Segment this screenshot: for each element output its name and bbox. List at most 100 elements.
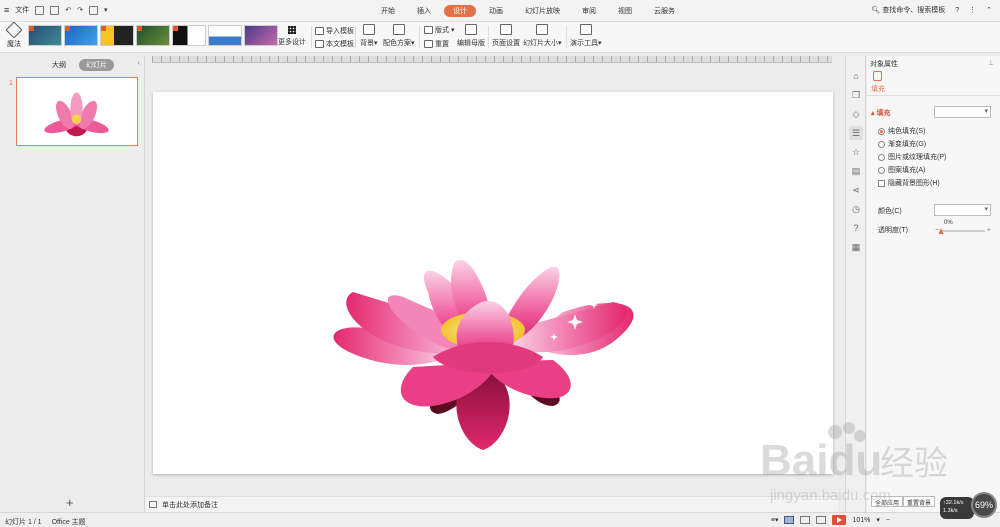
zoom-out-icon[interactable]: − [886, 517, 890, 524]
new-badge-icon [173, 26, 178, 31]
transparency-slider[interactable]: − + [935, 227, 991, 234]
slide-thumbnail[interactable] [16, 77, 138, 146]
tab-animation[interactable]: 动画 [480, 5, 512, 17]
search-box[interactable]: 🔍︎ 查找命令、搜索模板 [871, 5, 945, 15]
tab-cloud[interactable]: 云服务 [645, 5, 684, 17]
save-icon[interactable] [35, 5, 45, 15]
fill-section-header[interactable]: ▴ 填充 [871, 108, 890, 118]
divider [867, 95, 1000, 96]
minus-icon[interactable]: − [935, 227, 939, 234]
tab-outline[interactable]: 大纲 [45, 59, 73, 71]
page-setup-button[interactable]: 页面设置 [492, 24, 520, 48]
picture-fill-option[interactable]: 图片或纹理填充(P) [878, 152, 946, 162]
apps-icon[interactable]: ▦ [851, 242, 861, 252]
file-menu[interactable]: 文件 [15, 5, 29, 15]
hide-background-graphics-checkbox[interactable]: 隐藏背景图形(H) [878, 178, 940, 188]
format-painter-icon[interactable] [89, 5, 99, 15]
redo-icon[interactable]: ↷ [77, 6, 83, 14]
color-dropdown[interactable] [934, 204, 991, 216]
zoom-level[interactable]: 101% [852, 517, 870, 524]
normal-view-icon[interactable] [784, 516, 795, 524]
zoom-dropdown-icon[interactable]: ▾ [876, 516, 880, 524]
theme-thumbnail[interactable] [172, 25, 206, 46]
magic-label: 魔法 [7, 41, 21, 48]
fill-type-dropdown[interactable] [934, 106, 991, 118]
reset-background-button[interactable]: 重置背景 [903, 496, 936, 507]
option-label: 图案填充(A) [888, 167, 926, 174]
play-slideshow-icon[interactable] [832, 515, 847, 525]
theme-thumbnail[interactable] [136, 25, 170, 46]
help-circle-icon[interactable]: ? [851, 223, 861, 233]
theme-name[interactable]: Office 主题 [52, 517, 86, 527]
panel-title[interactable]: 对象属性 [870, 59, 898, 69]
theme-thumbnail[interactable] [208, 25, 242, 46]
master-icon [465, 24, 477, 35]
background-button[interactable]: 背景▾ [360, 24, 378, 48]
tab-slideshow[interactable]: 幻灯片放映 [516, 5, 569, 17]
design-ribbon: 魔法 更多设计 导入模板 本文模板 背景▾ 配色方案▾ 版式 ▾ 重置 编辑母版… [0, 21, 1000, 53]
pattern-fill-option[interactable]: 图案填充(A) [878, 165, 925, 175]
pin-icon[interactable]: ⊥ [988, 59, 994, 67]
undo-icon[interactable]: ↶ [65, 6, 71, 14]
theme-thumbnail[interactable] [64, 25, 98, 46]
notes-pane[interactable]: 单击此处添加备注 [146, 496, 838, 512]
collapse-ribbon-icon[interactable]: ⌃ [986, 6, 992, 14]
magic-button[interactable]: 魔法 [5, 21, 23, 49]
divider [566, 26, 567, 48]
tab-slides[interactable]: 幻灯片 [79, 59, 114, 71]
more-design-button[interactable]: 更多设计 [275, 25, 309, 47]
slide-canvas[interactable] [153, 92, 833, 474]
print-icon[interactable] [50, 5, 60, 15]
lotus-flower-image[interactable] [153, 92, 833, 474]
properties-icon[interactable]: ☰ [849, 126, 863, 140]
color-scheme-button[interactable]: 配色方案▾ [383, 24, 415, 48]
tab-home[interactable]: 开始 [372, 5, 404, 17]
layout-button[interactable]: 版式 ▾ [424, 25, 455, 35]
reset-button[interactable]: 重置 [424, 39, 449, 49]
layout-label: 版式 [435, 27, 449, 34]
edit-master-button[interactable]: 编辑母版 [457, 24, 485, 48]
page-setup-label: 页面设置 [492, 40, 520, 47]
reset-icon [424, 40, 433, 48]
shape-icon[interactable]: ◇ [851, 109, 861, 119]
share-icon[interactable]: ⋖ [851, 185, 861, 195]
import-template-button[interactable]: 导入模板 [315, 26, 354, 36]
slide-counter: 幻灯片 1 / 1 [5, 519, 42, 526]
presenter-tools-button[interactable]: 演示工具▾ [570, 24, 602, 48]
help-icon[interactable]: ? [955, 7, 959, 14]
solid-fill-option[interactable]: 纯色填充(S) [878, 126, 925, 136]
more-icon[interactable]: ⋮ [969, 6, 976, 14]
gradient-fill-option[interactable]: 渐变填充(G) [878, 139, 926, 149]
copy-icon[interactable]: ❐ [851, 90, 861, 100]
more-design-label: 更多设计 [278, 39, 306, 46]
page-setup-icon [500, 24, 512, 35]
menu-icon[interactable]: ≡ [4, 5, 9, 15]
theme-thumbnail[interactable] [244, 25, 278, 46]
tab-review[interactable]: 审阅 [573, 5, 605, 17]
slide-size-button[interactable]: 幻灯片大小▾ [523, 24, 562, 48]
theme-thumbnail[interactable] [28, 25, 62, 46]
star-icon[interactable]: ☆ [851, 147, 861, 157]
customize-icon[interactable]: ▾ [104, 6, 108, 14]
fill-section-label: 填充 [876, 110, 891, 117]
plus-icon[interactable]: + [987, 227, 991, 234]
history-icon[interactable]: ◷ [851, 204, 861, 214]
reading-view-icon[interactable] [816, 516, 827, 524]
notes-toggle-icon[interactable]: ≡▾ [771, 516, 779, 524]
slide-sorter-icon[interactable] [800, 516, 811, 524]
tab-insert[interactable]: 插入 [408, 5, 440, 17]
add-slide-button[interactable]: + [66, 495, 74, 510]
collapse-panel-icon[interactable]: ‹ [138, 60, 140, 67]
tab-view[interactable]: 视图 [609, 5, 641, 17]
new-badge-icon [29, 26, 34, 31]
divider [488, 26, 489, 48]
this-template-button[interactable]: 本文模板 [315, 39, 354, 49]
notes-placeholder: 单击此处添加备注 [162, 501, 218, 509]
apply-all-button[interactable]: 全部应用 [871, 496, 904, 507]
archive-icon[interactable]: ▤ [851, 166, 861, 176]
tab-design[interactable]: 设计 [444, 5, 476, 17]
cpu-gauge[interactable]: 69% [971, 492, 997, 518]
search-icon: 🔍︎ [871, 7, 881, 14]
theme-thumbnail[interactable] [100, 25, 134, 46]
home-icon[interactable]: ⌂ [851, 71, 861, 81]
